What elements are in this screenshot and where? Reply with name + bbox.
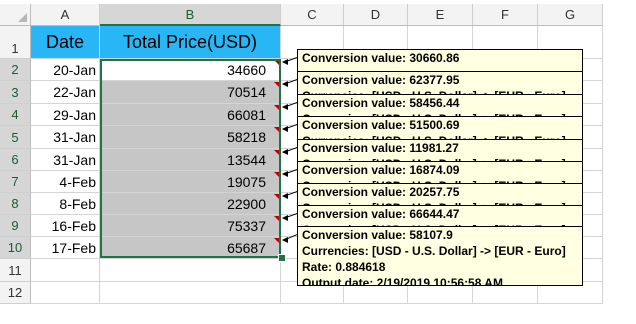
row-header-3[interactable]: 3 xyxy=(0,81,31,104)
comment-arrow-icon xyxy=(282,59,288,65)
comment-indicator-icon xyxy=(274,60,279,65)
column-header-e[interactable]: E xyxy=(408,4,473,26)
comment-text: Rate: 0.884618 xyxy=(302,260,386,274)
column-header-d[interactable]: D xyxy=(344,4,408,26)
comment-text: Currencies: [USD - U.S. Dollar] -> [EUR … xyxy=(302,244,566,258)
comment-text: Conversion value: 66644.47 xyxy=(302,207,460,221)
comment-text: Conversion value: 62377.95 xyxy=(302,73,460,87)
column-header-g[interactable]: G xyxy=(538,4,603,26)
comment-arrow-icon xyxy=(282,171,288,177)
row-header-12[interactable]: 12 xyxy=(0,282,31,304)
date-cell[interactable]: 22-Jan xyxy=(31,81,100,104)
column-header-f[interactable]: F xyxy=(473,4,538,26)
price-cell[interactable]: 34660 xyxy=(100,59,281,81)
date-cell[interactable]: 31-Jan xyxy=(31,126,100,149)
date-cell[interactable]: 31-Jan xyxy=(31,149,100,171)
comment-indicator-icon xyxy=(274,105,279,110)
price-cell[interactable]: 66081 xyxy=(100,104,281,126)
spreadsheet-grid: A B C D E F G 1 2 3 4 5 6 7 8 9 10 11 12 Date Total Price(US… xyxy=(0,0,636,324)
comment-indicator-icon xyxy=(274,82,279,87)
row-header-9[interactable]: 9 xyxy=(0,215,31,237)
comment-arrow-icon xyxy=(282,126,288,132)
row-header-4[interactable]: 4 xyxy=(0,104,31,126)
cell-b12[interactable] xyxy=(100,282,281,304)
row-header-8[interactable]: 8 xyxy=(0,193,31,215)
comment-indicator-icon xyxy=(274,238,279,243)
row-header-7[interactable]: 7 xyxy=(0,171,31,193)
comment-text: Conversion value: 30660.86 xyxy=(302,51,460,65)
select-all-corner[interactable] xyxy=(0,4,31,26)
comment-arrow-icon xyxy=(282,104,288,110)
comment-text: Conversion value: 16874.09 xyxy=(302,163,460,177)
header-total-price[interactable]: Total Price(USD) xyxy=(100,26,281,59)
date-cell[interactable]: 17-Feb xyxy=(31,237,100,259)
comment-text: Conversion value: 51500.69 xyxy=(302,118,460,132)
price-cell[interactable]: 13544 xyxy=(100,149,281,171)
row-header-1[interactable]: 1 xyxy=(0,26,31,59)
cell-b11[interactable] xyxy=(100,259,281,282)
date-cell[interactable]: 8-Feb xyxy=(31,193,100,215)
row-header-11[interactable]: 11 xyxy=(0,259,31,282)
comment-indicator-icon xyxy=(274,127,279,132)
comment-text: Conversion value: 20257.75 xyxy=(302,185,460,199)
price-cell[interactable]: 22900 xyxy=(100,193,281,215)
comment-arrow-icon xyxy=(282,149,288,155)
row-header-6[interactable]: 6 xyxy=(0,149,31,171)
comment-text: Conversion value: 58456.44 xyxy=(302,96,460,110)
column-header-c[interactable]: C xyxy=(281,4,344,26)
comment-text: Conversion value: 58107.9 xyxy=(302,228,453,242)
comment-arrow-icon xyxy=(282,81,288,87)
comment-arrow-icon xyxy=(282,237,288,243)
row-header-5[interactable]: 5 xyxy=(0,126,31,149)
comment-arrow-icon xyxy=(282,215,288,221)
column-header-a[interactable]: A xyxy=(31,4,100,26)
cell-a11[interactable] xyxy=(31,259,100,282)
comment-indicator-icon xyxy=(274,150,279,155)
date-cell[interactable]: 16-Feb xyxy=(31,215,100,237)
header-date[interactable]: Date xyxy=(31,26,100,59)
fill-handle[interactable] xyxy=(278,254,286,262)
comment-indicator-icon xyxy=(274,194,279,199)
comment-text: Output date: 2/19/2019 10:56:58 AM xyxy=(302,276,503,286)
price-cell[interactable]: 19075 xyxy=(100,171,281,193)
cell-a12[interactable] xyxy=(31,282,100,304)
comment-text: Conversion value: 11981.27 xyxy=(302,141,459,155)
date-cell[interactable]: 20-Jan xyxy=(31,59,100,81)
row-header-10[interactable]: 10 xyxy=(0,237,31,259)
row-header-2[interactable]: 2 xyxy=(0,59,31,81)
comment-box-last[interactable]: Conversion value: 58107.9 Currencies: [US… xyxy=(297,226,583,286)
comment-indicator-icon xyxy=(274,216,279,221)
comment-indicator-icon xyxy=(274,172,279,177)
price-cell[interactable]: 58218 xyxy=(100,126,281,149)
price-cell[interactable]: 75337 xyxy=(100,215,281,237)
column-header-b[interactable]: B xyxy=(100,4,281,26)
date-cell[interactable]: 29-Jan xyxy=(31,104,100,126)
price-cell[interactable]: 70514 xyxy=(100,81,281,104)
price-cell[interactable]: 65687 xyxy=(100,237,281,259)
comment-arrow-icon xyxy=(282,193,288,199)
date-cell[interactable]: 4-Feb xyxy=(31,171,100,193)
